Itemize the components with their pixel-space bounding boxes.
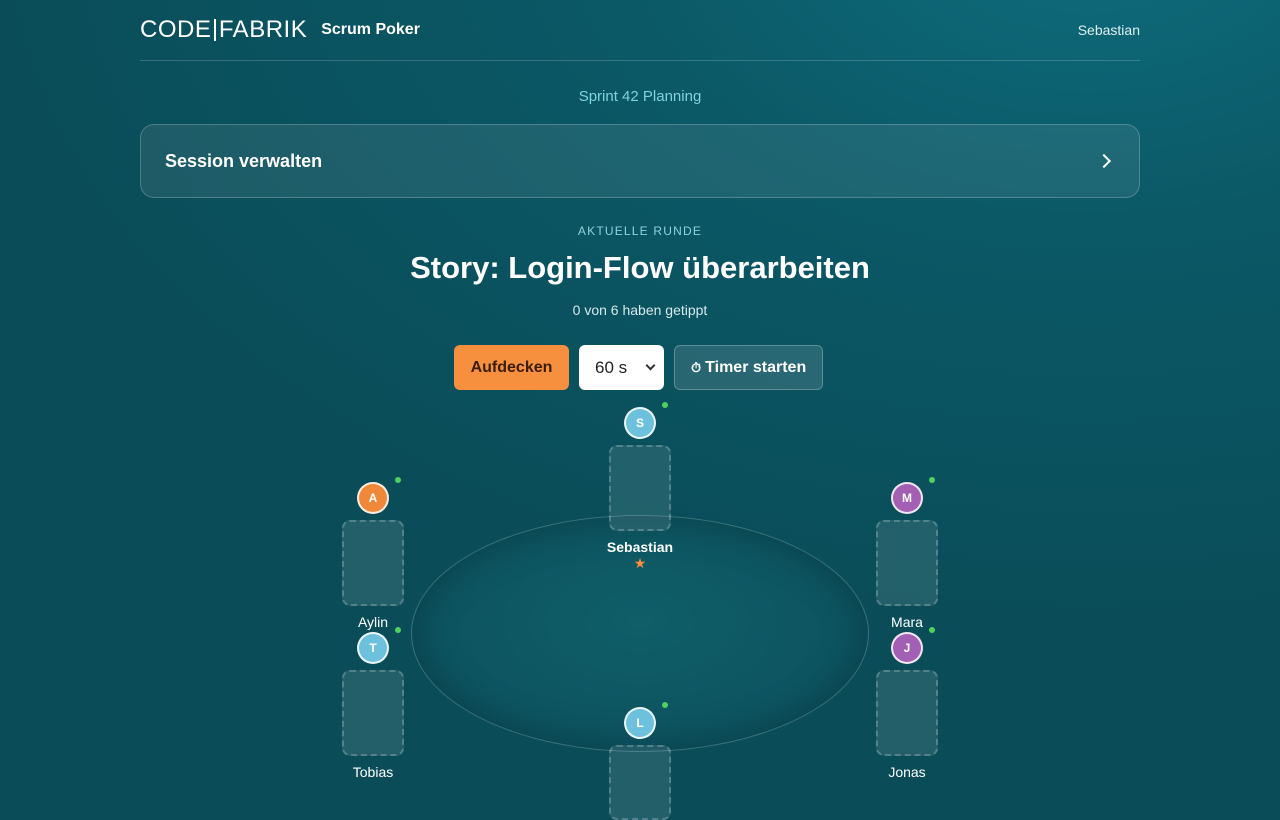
vote-card-slot [342, 670, 404, 756]
logo-text-left: CODE [140, 16, 212, 43]
online-dot-icon [929, 477, 935, 483]
chevron-down-icon [645, 360, 656, 371]
stopwatch-icon: ⏱ [691, 359, 702, 375]
avatar: L [624, 707, 656, 739]
vote-card-slot [876, 520, 938, 606]
logo-divider [214, 19, 216, 41]
online-dot-icon [395, 627, 401, 633]
top-bar: CODE FABRIK Scrum Poker Sebastian [140, 0, 1140, 61]
avatar: J [891, 632, 923, 664]
player-name: Mara [891, 614, 923, 630]
timer-duration-value: 60 s [595, 357, 628, 377]
player-name: Jonas [888, 764, 926, 780]
online-dot-icon [395, 477, 401, 483]
avatar: A [357, 482, 389, 514]
avatar: T [357, 632, 389, 664]
vote-card-slot [609, 445, 671, 531]
page-container: CODE FABRIK Scrum Poker Sebastian Sprint… [140, 0, 1140, 390]
vote-progress: 0 von 6 haben getippt [572, 302, 708, 318]
avatar: S [624, 407, 656, 439]
story-title: Story: Login-Flow überarbeiten [410, 250, 870, 285]
online-dot-icon [662, 402, 668, 408]
player-name: Sebastian ★ [600, 539, 680, 572]
session-manage-panel[interactable]: Session verwalten [140, 124, 1140, 198]
vote-card-slot [342, 520, 404, 606]
reveal-button[interactable]: Aufdecken [454, 345, 569, 390]
player-name-text: Sebastian [606, 539, 674, 555]
current-user-name[interactable]: Sebastian [1078, 22, 1140, 38]
player-name: Aylin [357, 614, 389, 630]
chevron-right-icon [1096, 153, 1112, 169]
app-name: Scrum Poker [321, 21, 420, 38]
avatar: M [891, 482, 923, 514]
vote-card-slot [876, 670, 938, 756]
host-star-icon: ★ [633, 555, 647, 571]
start-timer-button[interactable]: ⏱ Timer starten [674, 345, 824, 390]
codefabrik-logo: CODE FABRIK [140, 16, 307, 44]
online-dot-icon [929, 627, 935, 633]
online-dot-icon [662, 702, 668, 708]
timer-duration-select[interactable]: 60 s [579, 345, 664, 390]
session-title: Sprint 42 Planning [578, 88, 702, 105]
session-manage-label: Session verwalten [165, 150, 323, 171]
round-label: AKTUELLE RUNDE [577, 224, 703, 238]
vote-card-slot [609, 745, 671, 820]
brand[interactable]: CODE FABRIK Scrum Poker [140, 16, 420, 44]
logo-text-right: FABRIK [218, 16, 308, 43]
round-controls: Aufdecken 60 s ⏱ Timer starten [454, 345, 824, 390]
player-name: Tobias [352, 764, 394, 780]
start-timer-label: Timer starten [705, 358, 807, 376]
